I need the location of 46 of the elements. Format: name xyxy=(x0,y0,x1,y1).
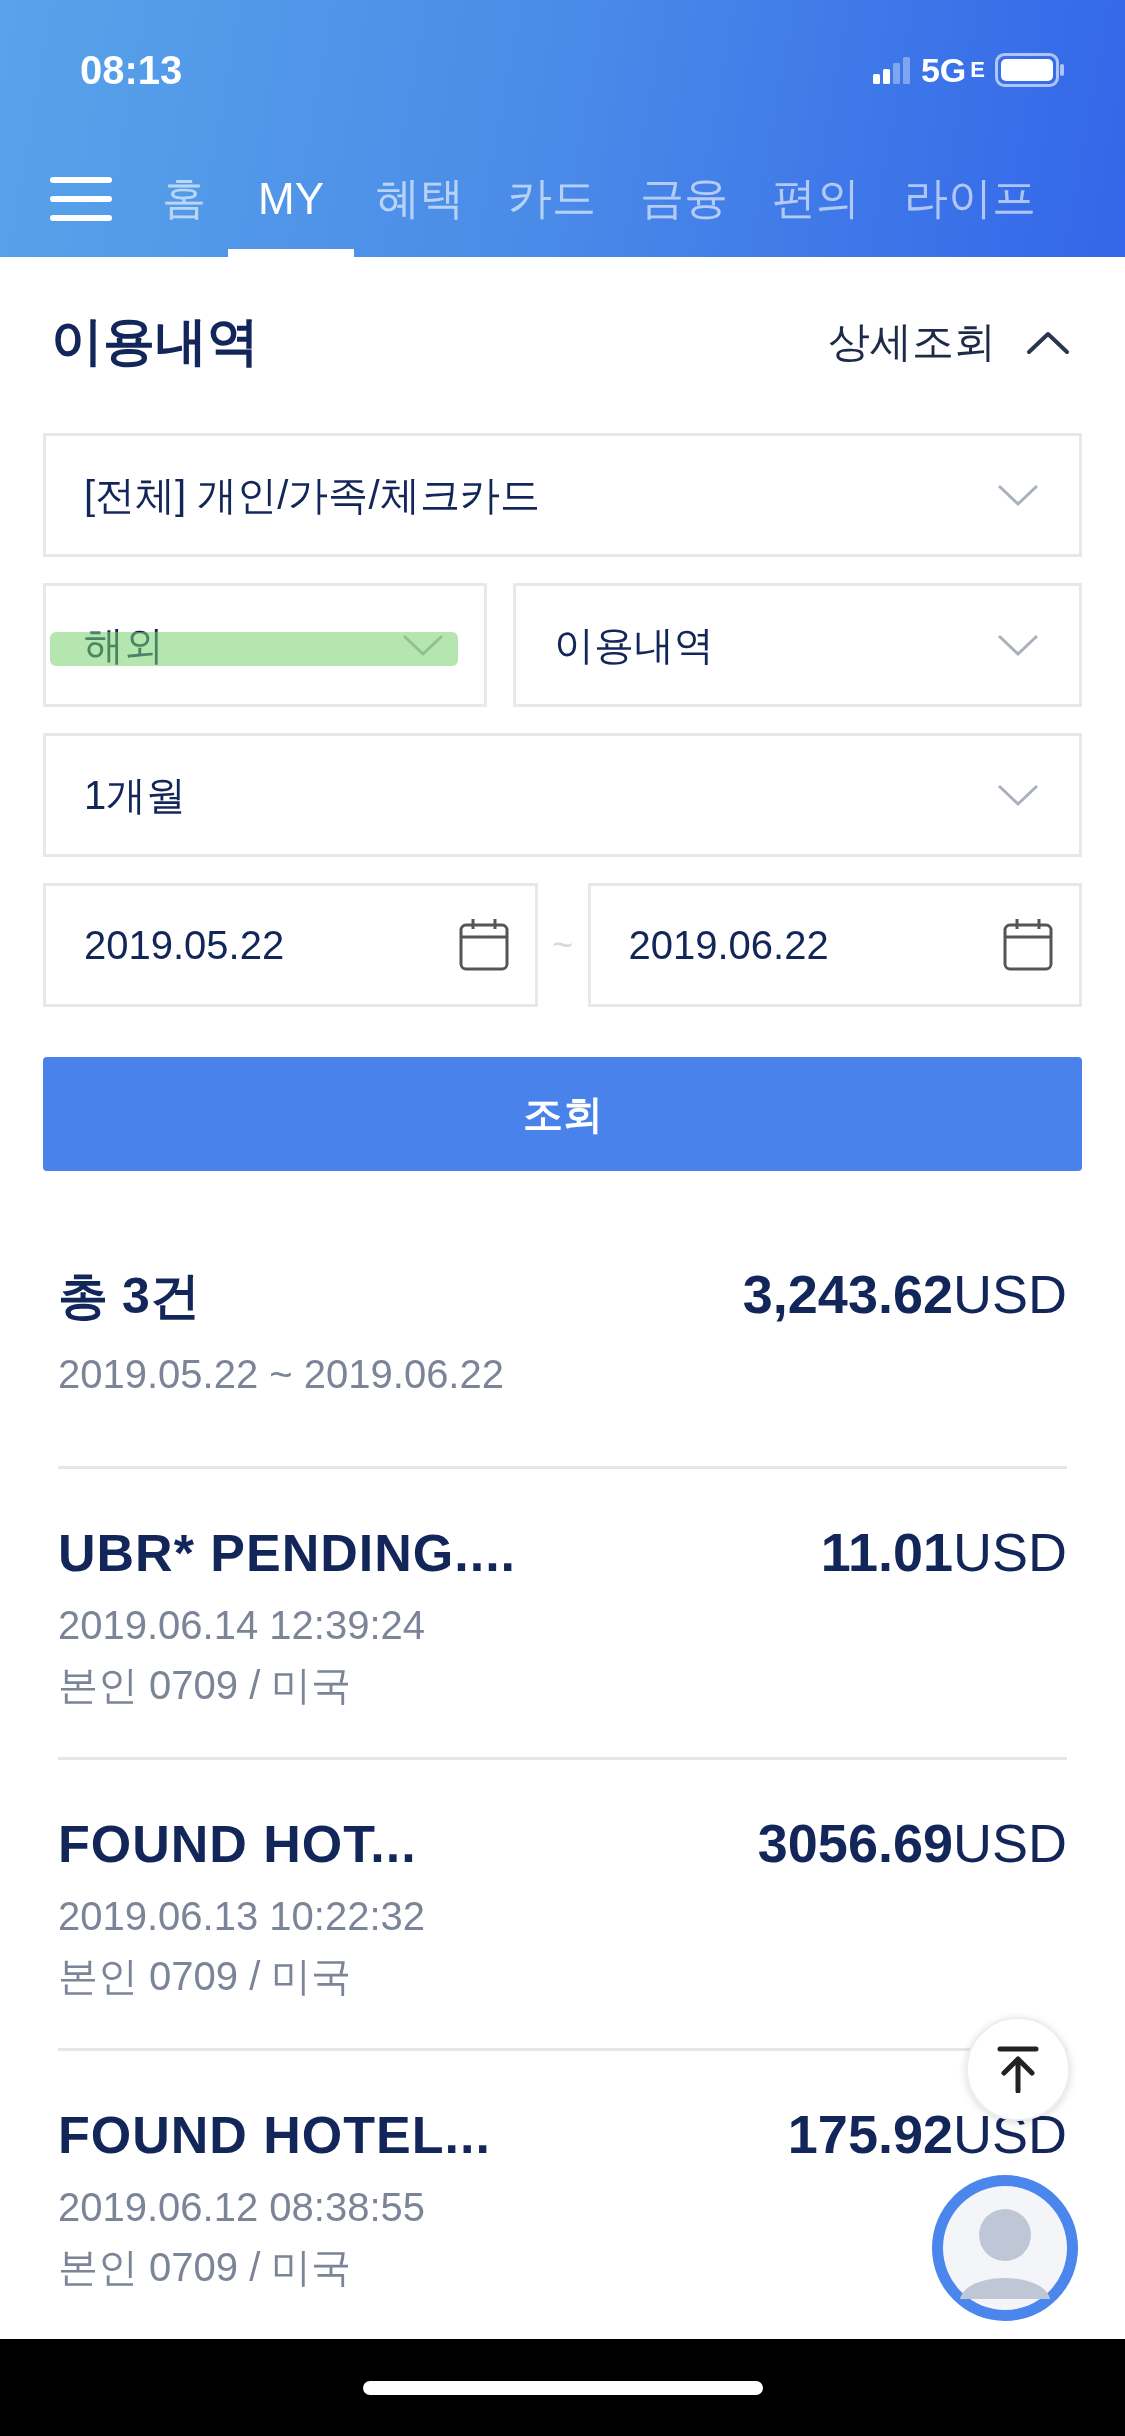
chevron-down-icon xyxy=(402,633,444,658)
calendar-icon xyxy=(458,917,509,974)
chevron-down-icon xyxy=(997,633,1039,658)
nav-tab[interactable]: 홈 xyxy=(140,140,228,258)
total-count: 총 3건 xyxy=(58,1267,200,1327)
transaction-detail: 본인 0709 / 미국 xyxy=(58,1662,352,1710)
end-date-field[interactable]: 2019.06.22 xyxy=(587,883,1082,1008)
status-time: 08:13 xyxy=(80,47,183,93)
chevron-down-icon xyxy=(997,483,1039,508)
network-suffix: E xyxy=(970,57,985,83)
merchant-name: FOUND HOT... xyxy=(58,1814,417,1875)
card-type-select[interactable]: [전체] 개인/가족/체크카드 xyxy=(43,433,1082,558)
history-type-select[interactable]: 이용내역 xyxy=(513,583,1082,708)
network-label: 5G xyxy=(920,50,967,90)
menu-icon[interactable] xyxy=(50,175,112,222)
transaction-datetime: 2019.06.12 08:38:55 xyxy=(58,2184,425,2232)
nav-tab[interactable]: 편의 xyxy=(750,140,882,258)
transaction-amount: 3056.69USD xyxy=(757,1812,1067,1875)
transaction-detail: 본인 0709 / 미국 xyxy=(58,2244,352,2292)
chevron-down-icon xyxy=(997,783,1039,808)
battery-icon xyxy=(995,53,1065,87)
nav-tab[interactable]: MY xyxy=(228,140,354,258)
transaction-datetime: 2019.06.13 10:22:32 xyxy=(58,1893,425,1941)
merchant-name: UBR* PENDING.... xyxy=(58,1523,517,1584)
detail-toggle[interactable]: 상세조회 xyxy=(828,314,1080,371)
region-select[interactable]: 해외 xyxy=(43,583,487,708)
signal-icon xyxy=(872,56,913,84)
merchant-name: FOUND HOTEL... xyxy=(58,2105,491,2166)
calendar-icon xyxy=(1003,917,1053,974)
start-date-field[interactable]: 2019.05.22 xyxy=(43,883,538,1008)
nav-tab[interactable]: 카드 xyxy=(486,140,618,258)
chevron-icon xyxy=(1026,329,1070,356)
nav-tab[interactable]: 라이프 xyxy=(882,140,1058,258)
total-amount: 3,243.62USD xyxy=(742,1263,1067,1326)
nav-tab[interactable]: 금융 xyxy=(618,140,750,258)
range-separator: ~ xyxy=(551,924,574,967)
avatar-icon[interactable] xyxy=(930,2173,1080,2324)
search-button[interactable]: 조회 xyxy=(43,1057,1082,1172)
section-title: 이용내역 xyxy=(51,311,259,373)
transaction-datetime: 2019.06.14 12:39:24 xyxy=(58,1602,425,1650)
date-range: 2019.05.22 ~ 2019.06.22 xyxy=(58,1351,504,1399)
transaction-amount: 11.01USD xyxy=(820,1521,1067,1584)
nav-tab[interactable]: 혜택 xyxy=(354,140,486,258)
arrow-up-icon xyxy=(996,2045,1040,2094)
period-select[interactable]: 1개월 xyxy=(43,733,1082,858)
transaction-detail: 본인 0709 / 미국 xyxy=(58,1953,352,2001)
